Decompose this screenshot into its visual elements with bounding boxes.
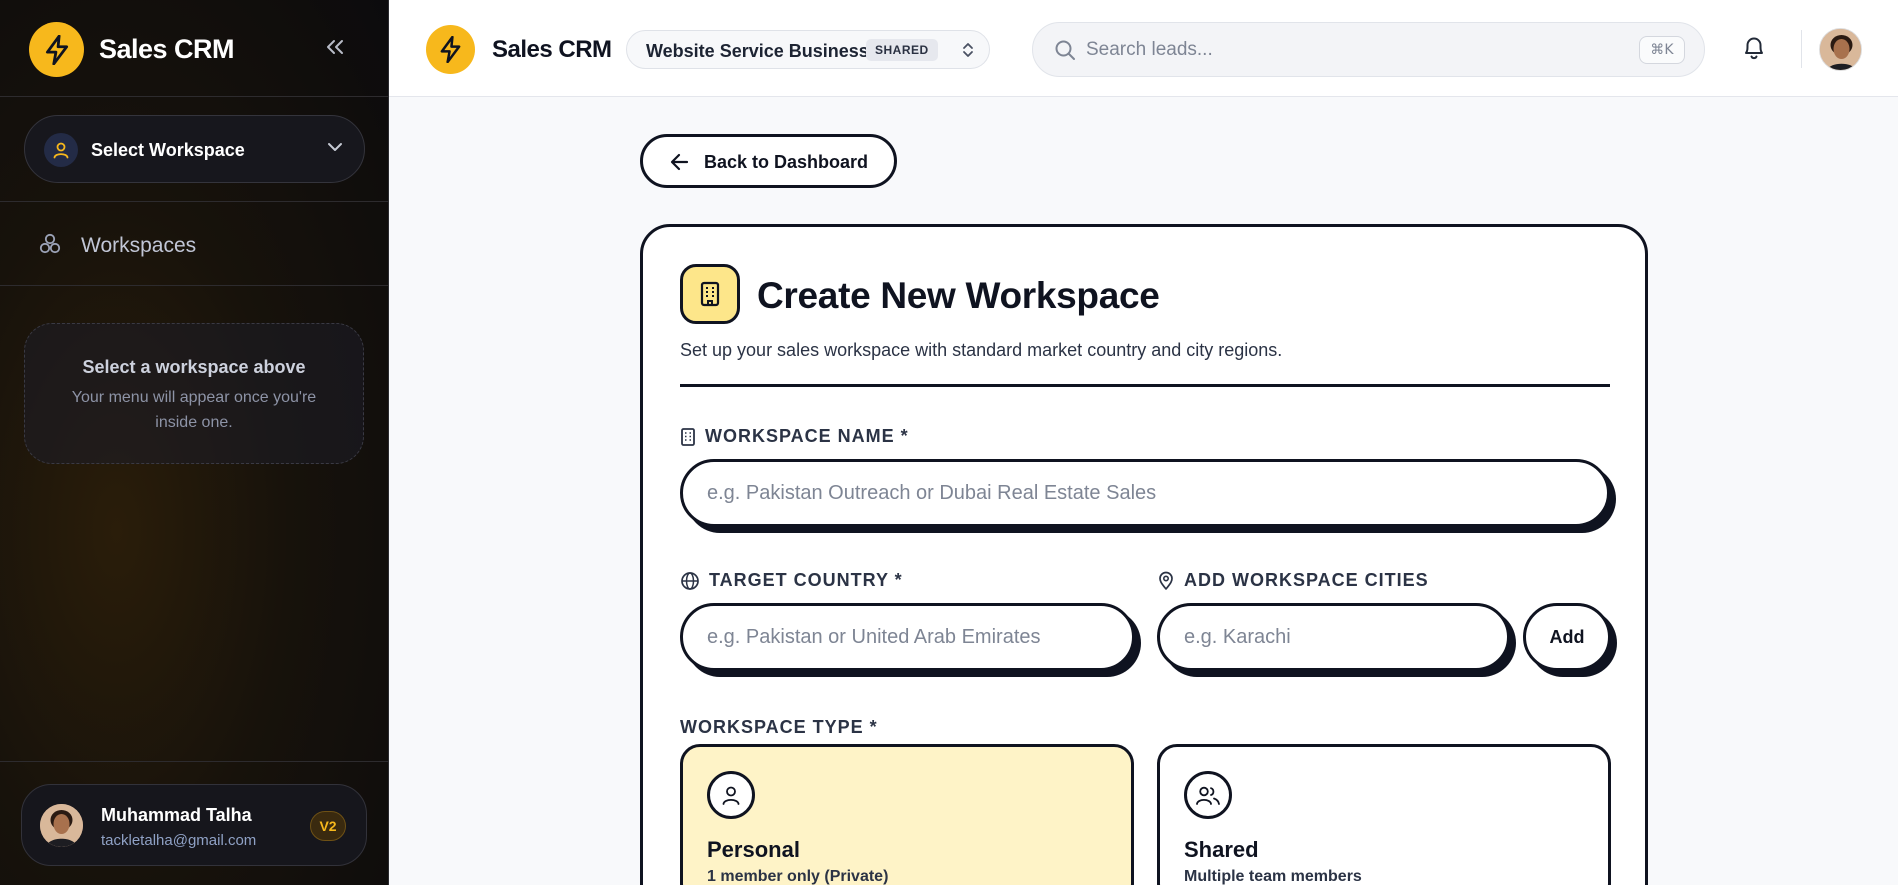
user-email: tackletalha@gmail.com — [101, 832, 257, 849]
search-bar: ⌘K — [1032, 22, 1705, 77]
avatar[interactable] — [1819, 28, 1862, 71]
user-card[interactable]: Muhammad Talha tackletalha@gmail.com V2 — [21, 784, 367, 866]
collapse-sidebar-icon[interactable] — [322, 34, 348, 60]
workspace-city-input[interactable] — [1184, 606, 1483, 668]
globe-icon — [680, 571, 700, 591]
version-badge: V2 — [310, 811, 346, 841]
topbar: Sales CRM Website Service Business SHARE… — [389, 0, 1898, 97]
divider — [680, 384, 1610, 387]
workspace-select-section: Select Workspace — [0, 97, 389, 202]
back-to-dashboard-button[interactable]: Back to Dashboard — [640, 134, 897, 188]
workspace-type-title: Shared — [1184, 837, 1259, 862]
workspace-name-input[interactable] — [707, 462, 1583, 524]
users-icon — [1184, 771, 1232, 819]
target-country-label-text: TARGET COUNTRY * — [709, 570, 903, 590]
sidebar-item-workspaces[interactable]: Workspaces — [0, 202, 389, 286]
sidebar-user-section: Muhammad Talha tackletalha@gmail.com V2 — [0, 761, 389, 885]
workspace-switcher-name: Website Service Business — [646, 41, 869, 61]
topbar-brand-title: Sales CRM — [492, 36, 612, 63]
workspace-type-personal[interactable]: Personal 1 member only (Private) — [680, 744, 1134, 885]
search-icon — [1053, 38, 1077, 67]
building-icon — [680, 264, 740, 324]
workspace-cities-label: ADD WORKSPACE CITIES — [1157, 570, 1429, 591]
workspace-name-label-text: WORKSPACE NAME * — [705, 426, 909, 446]
page-subtitle: Set up your sales workspace with standar… — [680, 340, 1283, 360]
bell-icon[interactable] — [1741, 34, 1767, 67]
create-workspace-card: Create New Workspace Set up your sales w… — [640, 224, 1648, 885]
workspace-type-subtitle: Multiple team members — [1184, 868, 1362, 885]
user-icon — [707, 771, 755, 819]
avatar — [40, 804, 83, 847]
add-city-button[interactable]: Add — [1523, 603, 1611, 671]
sidebar: Sales CRM Select Workspace Workspaces Se… — [0, 0, 389, 885]
search-input[interactable] — [1086, 35, 1606, 65]
workspaces-icon — [38, 232, 62, 261]
workspace-name-field — [680, 459, 1610, 527]
workspace-city-field — [1157, 603, 1510, 671]
sidebar-brand: Sales CRM — [0, 0, 389, 97]
workspace-type-shared[interactable]: Shared Multiple team members — [1157, 744, 1611, 885]
bolt-logo-icon — [426, 25, 475, 74]
building-icon — [680, 427, 696, 446]
workspace-switcher[interactable]: Website Service Business SHARED — [626, 30, 990, 69]
user-icon — [44, 133, 78, 167]
workspace-type-label: WORKSPACE TYPE * — [680, 717, 878, 738]
empty-state-subtitle: Your menu will appear once you're inside… — [71, 389, 317, 431]
empty-state-card: Select a workspace above Your menu will … — [24, 323, 364, 464]
back-button-label: Back to Dashboard — [704, 152, 869, 172]
chevron-down-icon — [326, 138, 344, 161]
sidebar-item-label: Workspaces — [81, 234, 197, 257]
arrow-left-icon — [669, 151, 691, 178]
search-shortcut-badge: ⌘K — [1639, 36, 1685, 64]
workspace-type-title: Personal — [707, 837, 800, 862]
workspace-type-badge: SHARED — [866, 39, 938, 61]
target-country-input[interactable] — [707, 606, 1108, 668]
bolt-logo-icon — [29, 22, 84, 77]
workspace-name-label: WORKSPACE NAME * — [680, 426, 909, 447]
page-title: Create New Workspace — [757, 275, 1160, 316]
workspace-select[interactable]: Select Workspace — [24, 115, 365, 183]
target-country-field — [680, 603, 1135, 671]
workspace-type-label-text: WORKSPACE TYPE * — [680, 717, 878, 737]
chevron-up-down-icon — [961, 40, 975, 65]
target-country-label: TARGET COUNTRY * — [680, 570, 903, 591]
workspace-type-subtitle: 1 member only (Private) — [707, 868, 889, 885]
sidebar-brand-title: Sales CRM — [99, 34, 235, 64]
workspace-select-label: Select Workspace — [91, 140, 245, 160]
map-pin-icon — [1157, 571, 1175, 591]
workspace-cities-label-text: ADD WORKSPACE CITIES — [1184, 570, 1429, 590]
empty-state-title: Select a workspace above — [82, 357, 306, 377]
user-name: Muhammad Talha — [101, 805, 252, 825]
topbar-divider — [1801, 30, 1802, 68]
